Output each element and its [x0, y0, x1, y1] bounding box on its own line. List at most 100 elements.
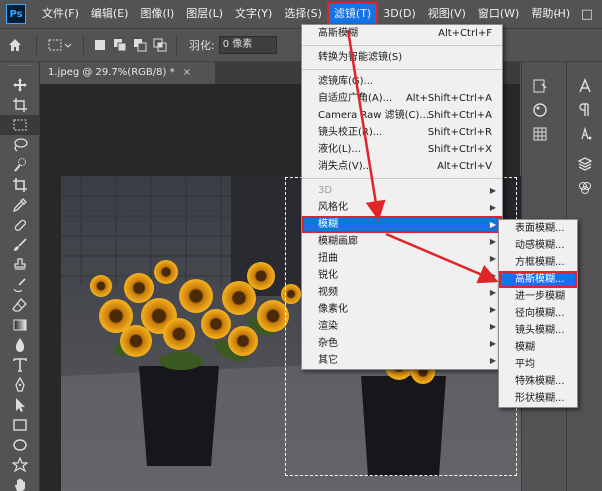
crop-icon[interactable]: [0, 175, 40, 195]
stamp-icon[interactable]: [0, 255, 40, 275]
custom-shape-icon[interactable]: [0, 455, 40, 475]
quick-select-icon[interactable]: [0, 155, 40, 175]
hand-icon[interactable]: [0, 475, 40, 491]
eraser-icon[interactable]: [0, 295, 40, 315]
menu-item-other[interactable]: 其它 ▶: [302, 352, 502, 369]
path-select-icon[interactable]: [0, 395, 40, 415]
character-panel-icon[interactable]: [567, 74, 602, 98]
menu-item-blur-gallery[interactable]: 模糊画廊 ▶: [302, 233, 502, 250]
submenu-item-surface-blur[interactable]: 表面模糊...: [499, 220, 577, 237]
menu-item-adaptive-wide-angle[interactable]: 自适应广角(A)... Alt+Shift+Ctrl+A: [302, 90, 502, 107]
menu-item-distort[interactable]: 扭曲 ▶: [302, 250, 502, 267]
rectangle-icon[interactable]: [0, 415, 40, 435]
menu-item-render[interactable]: 渲染 ▶: [302, 318, 502, 335]
paragraph-panel-icon[interactable]: [567, 98, 602, 122]
menu-divider: [302, 178, 502, 179]
type-icon[interactable]: [0, 355, 40, 375]
menu-image[interactable]: 图像(I): [134, 3, 180, 25]
submenu-item-average[interactable]: 平均: [499, 356, 577, 373]
menu-item-camera-raw[interactable]: Camera Raw 滤镜(C)... Shift+Ctrl+A: [302, 107, 502, 124]
channels-panel-icon[interactable]: [567, 176, 602, 200]
menu-window[interactable]: 窗口(W): [472, 3, 525, 25]
document-tab[interactable]: 1.jpeg @ 29.7%(RGB/8) * ×: [40, 62, 215, 84]
submenu-arrow-icon: ▶: [489, 271, 496, 280]
artboard-icon[interactable]: [0, 95, 40, 115]
menu-item-3d: 3D ▶: [302, 182, 502, 199]
menu-file[interactable]: 文件(F): [36, 3, 85, 25]
submenu-item-blur[interactable]: 模糊: [499, 339, 577, 356]
menu-item-filter-gallery[interactable]: 滤镜库(G)...: [302, 73, 502, 90]
menu-filter[interactable]: 滤镜(T): [326, 2, 379, 26]
menu-item-pixelate[interactable]: 像素化 ▶: [302, 301, 502, 318]
menu-item-noise[interactable]: 杂色 ▶: [302, 335, 502, 352]
blur-icon[interactable]: [0, 335, 40, 355]
submenu-item-radial-blur[interactable]: 径向模糊...: [499, 305, 577, 322]
menu-select[interactable]: 选择(S): [278, 3, 328, 25]
menu-edit[interactable]: 编辑(E): [85, 3, 135, 25]
submenu-item-box-blur[interactable]: 方框模糊...: [499, 254, 577, 271]
new-selection-icon[interactable]: [90, 35, 110, 55]
maximize-button[interactable]: □: [572, 0, 602, 28]
feather-input[interactable]: 0 像素: [218, 36, 277, 54]
submenu-item-gaussian-blur[interactable]: 高斯模糊...: [499, 271, 577, 288]
menu-item-blur[interactable]: 模糊 ▶: [302, 216, 502, 233]
brush-icon[interactable]: [0, 235, 40, 255]
marquee-icon[interactable]: [0, 115, 40, 135]
home-icon[interactable]: [0, 35, 30, 55]
pen-icon[interactable]: [0, 375, 40, 395]
history-panel-icon[interactable]: [522, 74, 558, 98]
menu-item-convert-smart-filter[interactable]: 转换为智能滤镜(S): [302, 49, 502, 66]
submenu-arrow-icon: ▶: [489, 322, 496, 331]
layers-panel-icon[interactable]: [567, 152, 602, 176]
submenu-arrow-icon: ▶: [489, 203, 496, 212]
minimize-button[interactable]: –: [542, 0, 572, 28]
menu-3d[interactable]: 3D(D): [377, 3, 422, 25]
photoshop-logo[interactable]: Ps: [6, 4, 26, 24]
menu-item-video[interactable]: 视频 ▶: [302, 284, 502, 301]
submenu-arrow-icon: ▶: [489, 186, 496, 195]
history-brush-icon[interactable]: [0, 275, 40, 295]
submenu-arrow-icon: ▶: [489, 305, 496, 314]
window-controls: – □: [542, 0, 602, 28]
blur-submenu: 表面模糊... 动感模糊... 方框模糊... 高斯模糊... 进一步模糊 径向…: [498, 219, 578, 408]
intersect-selection-icon[interactable]: [150, 35, 170, 55]
submenu-item-lens-blur[interactable]: 镜头模糊...: [499, 322, 577, 339]
glyphs-panel-icon[interactable]: [567, 122, 602, 146]
move-icon[interactable]: [0, 75, 40, 95]
menu-item-lens-correction[interactable]: 镜头校正(R)... Shift+Ctrl+R: [302, 124, 502, 141]
submenu-item-blur-more[interactable]: 进一步模糊: [499, 288, 577, 305]
submenu-arrow-icon: ▶: [489, 339, 496, 348]
submenu-arrow-icon: ▶: [489, 254, 496, 263]
swatches-panel-icon[interactable]: [522, 122, 558, 146]
eyedropper-icon[interactable]: [0, 195, 40, 215]
menu-item-stylize[interactable]: 风格化 ▶: [302, 199, 502, 216]
menu-item-last-filter[interactable]: 高斯模糊 Alt+Ctrl+F: [302, 25, 502, 42]
ellipse-icon[interactable]: [0, 435, 40, 455]
menu-layer[interactable]: 图层(L): [180, 3, 229, 25]
add-selection-icon[interactable]: [110, 35, 130, 55]
color-panel-icon[interactable]: [522, 98, 558, 122]
tools-panel: [0, 62, 40, 491]
subtract-selection-icon[interactable]: [130, 35, 150, 55]
divider: [176, 35, 177, 55]
menu-type[interactable]: 文字(Y): [229, 3, 278, 25]
lasso-icon[interactable]: [0, 135, 40, 155]
submenu-arrow-icon: ▶: [489, 220, 496, 229]
close-icon[interactable]: ×: [183, 67, 191, 78]
menu-view[interactable]: 视图(V): [422, 3, 472, 25]
divider: [83, 35, 84, 55]
submenu-item-smart-blur[interactable]: 特殊模糊...: [499, 373, 577, 390]
submenu-arrow-icon: ▶: [489, 356, 496, 365]
healing-icon[interactable]: [0, 215, 40, 235]
feather-label: 羽化:: [189, 39, 215, 52]
submenu-item-motion-blur[interactable]: 动感模糊...: [499, 237, 577, 254]
gradient-icon[interactable]: [0, 315, 40, 335]
submenu-item-shape-blur[interactable]: 形状模糊...: [499, 390, 577, 407]
menu-divider: [302, 69, 502, 70]
menu-item-sharpen[interactable]: 锐化 ▶: [302, 267, 502, 284]
submenu-arrow-icon: ▶: [489, 237, 496, 246]
panel-grip[interactable]: [8, 65, 31, 75]
menu-item-liquify[interactable]: 液化(L)... Shift+Ctrl+X: [302, 141, 502, 158]
menu-item-vanishing-point[interactable]: 消失点(V)... Alt+Ctrl+V: [302, 158, 502, 175]
marquee-preset-icon[interactable]: [43, 35, 77, 55]
